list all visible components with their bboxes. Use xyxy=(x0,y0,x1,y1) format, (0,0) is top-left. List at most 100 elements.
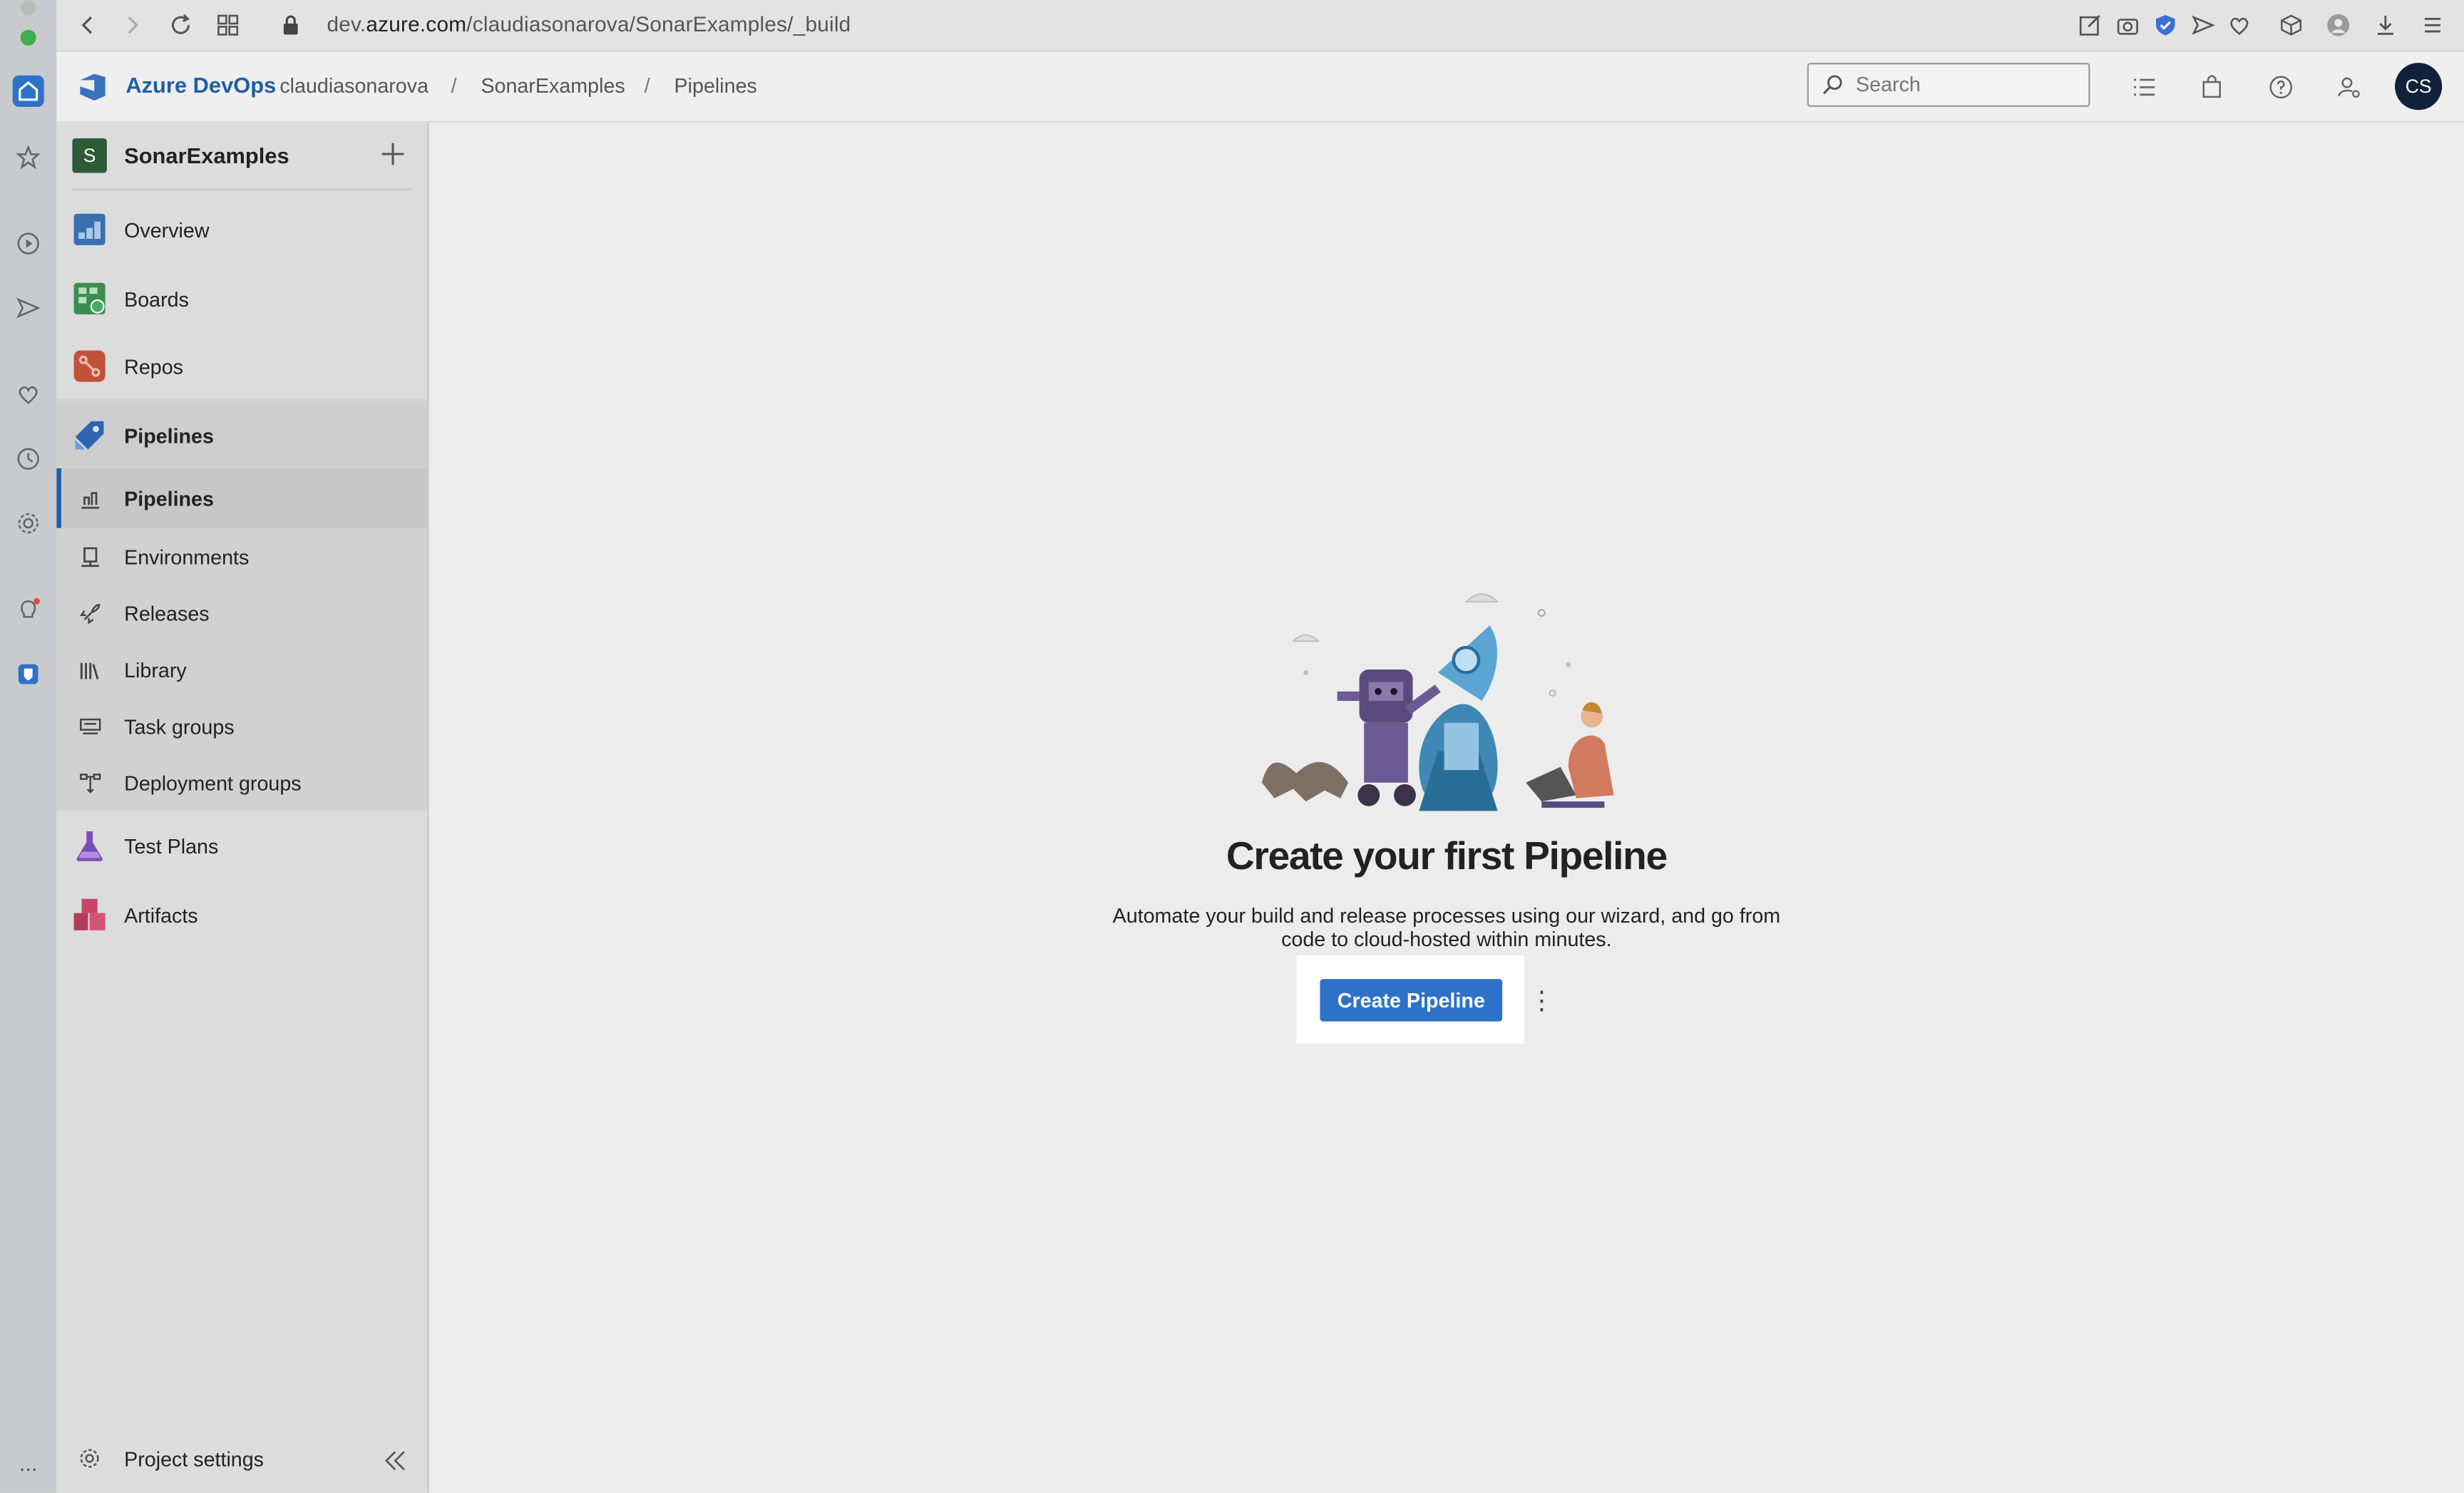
heart-icon[interactable] xyxy=(13,379,44,410)
heart-icon[interactable] xyxy=(2225,11,2254,39)
menu-icon[interactable] xyxy=(2418,11,2447,39)
sidebar-item-deployment-groups[interactable]: Deployment groups xyxy=(56,753,427,813)
lightbulb-icon[interactable] xyxy=(13,594,44,625)
sidebar-item-boards[interactable]: Boards xyxy=(56,269,427,329)
search-icon xyxy=(1822,75,1842,95)
breadcrumb-project[interactable]: SonarExamples xyxy=(481,74,625,98)
profile-icon[interactable] xyxy=(2324,11,2353,39)
breadcrumb-organization[interactable]: claudiasonarova xyxy=(279,74,428,98)
download-icon[interactable] xyxy=(2371,11,2400,39)
library-icon xyxy=(72,652,106,687)
url-domain: azure.com xyxy=(366,12,467,36)
divider xyxy=(72,188,412,190)
breadcrumb-pipelines[interactable]: Pipelines xyxy=(674,74,757,98)
more-options-icon[interactable]: ... xyxy=(13,1447,44,1479)
project-badge: S xyxy=(72,138,107,173)
user-settings-icon[interactable] xyxy=(2332,71,2363,102)
azure-devops-logo-icon[interactable] xyxy=(76,69,110,103)
vpn-shield-icon[interactable] xyxy=(13,659,44,690)
browser-sidebar: ... xyxy=(0,0,57,1493)
pipelines-list-icon xyxy=(72,481,106,515)
sidebar-item-label: Boards xyxy=(124,287,189,311)
main-content: Create your first Pipeline Automate your… xyxy=(428,122,2464,1493)
boards-icon xyxy=(72,282,106,316)
edit-icon[interactable] xyxy=(2076,11,2105,39)
url-prefix: dev. xyxy=(327,12,366,36)
shield-check-icon[interactable] xyxy=(2151,11,2180,39)
page-title: Create your first Pipeline xyxy=(1226,834,1668,879)
pipeline-illustration xyxy=(1261,578,1639,817)
send-icon[interactable] xyxy=(2189,11,2217,39)
sidebar-item-label: Deployment groups xyxy=(124,771,302,795)
sidebar-item-pipelines-list[interactable]: Pipelines xyxy=(56,468,428,528)
project-sidebar: S SonarExamples Overview Boards Repos Pi… xyxy=(56,122,429,1493)
overview-icon xyxy=(72,212,106,247)
reload-icon[interactable] xyxy=(167,11,195,39)
gear-icon xyxy=(72,1441,106,1475)
home-icon[interactable] xyxy=(12,75,44,107)
sidebar-item-label: Pipelines xyxy=(124,486,214,511)
sidebar-item-environments[interactable]: Environments xyxy=(56,526,427,586)
sidebar-item-label: Artifacts xyxy=(124,903,198,927)
avatar[interactable]: CS xyxy=(2395,63,2443,111)
address-bar[interactable]: dev.azure.com/claudiasonarova/SonarExamp… xyxy=(327,13,851,36)
search-box[interactable] xyxy=(1807,63,2090,107)
sidebar-item-test-plans[interactable]: Test Plans xyxy=(56,816,427,876)
send-icon[interactable] xyxy=(13,292,44,324)
search-input[interactable] xyxy=(1852,71,2080,98)
more-actions-button[interactable]: ⋮ xyxy=(1526,984,1557,1018)
sidebar-item-artifacts[interactable]: Artifacts xyxy=(56,885,427,945)
sidebar-item-task-groups[interactable]: Task groups xyxy=(56,696,427,756)
sidebar-item-label: Repos xyxy=(124,354,183,379)
sidebar-item-overview[interactable]: Overview xyxy=(56,200,427,260)
add-icon[interactable] xyxy=(376,137,410,171)
deployment-groups-icon xyxy=(72,765,106,799)
work-items-list-icon[interactable] xyxy=(2127,71,2159,102)
sidebar-item-label: Test Plans xyxy=(124,833,219,858)
lock-icon xyxy=(277,11,305,39)
artifacts-icon xyxy=(72,898,106,932)
url-path: /claudiasonarova/SonarExamples/_build xyxy=(466,12,851,36)
sidebar-item-label: Library xyxy=(124,657,187,682)
clock-icon[interactable] xyxy=(13,443,44,475)
sidebar-item-label: Releases xyxy=(124,601,210,625)
task-groups-icon xyxy=(72,709,106,743)
tabs-grid-icon[interactable] xyxy=(214,11,242,39)
app-header: Azure DevOps claudiasonarova / SonarExam… xyxy=(56,51,2464,123)
breadcrumb-separator: / xyxy=(451,73,457,98)
cube-icon[interactable] xyxy=(2277,11,2306,39)
play-icon[interactable] xyxy=(13,228,44,260)
brand-name[interactable]: Azure DevOps xyxy=(125,72,276,97)
test-plans-icon xyxy=(72,828,106,863)
environments-icon xyxy=(72,539,106,573)
breadcrumb-separator: / xyxy=(644,73,650,98)
back-arrow-icon[interactable] xyxy=(74,11,103,39)
gear-icon[interactable] xyxy=(13,508,44,539)
camera-icon[interactable] xyxy=(2114,11,2142,39)
sidebar-item-library[interactable]: Library xyxy=(56,640,427,699)
rocket-icon xyxy=(72,595,106,630)
help-icon[interactable] xyxy=(2264,71,2296,102)
sidebar-item-label: Environments xyxy=(124,544,250,568)
sidebar-item-releases[interactable]: Releases xyxy=(56,583,427,643)
page-description: Automate your build and release processe… xyxy=(1112,903,1781,951)
project-settings-label: Project settings xyxy=(124,1446,265,1470)
window-zoom-dot[interactable] xyxy=(20,29,36,46)
project-header[interactable]: S SonarExamples xyxy=(72,137,289,175)
marketplace-bag-icon[interactable] xyxy=(2195,71,2227,102)
window-control-dot[interactable] xyxy=(20,0,36,16)
sidebar-item-pipelines[interactable]: Pipelines xyxy=(56,405,428,466)
star-icon[interactable] xyxy=(13,141,44,173)
create-pipeline-button[interactable]: Create Pipeline xyxy=(1320,979,1503,1022)
project-name: SonarExamples xyxy=(124,143,289,168)
repos-icon xyxy=(72,349,106,383)
sidebar-item-repos[interactable]: Repos xyxy=(56,337,427,396)
sidebar-item-label: Task groups xyxy=(124,714,235,738)
project-settings-button[interactable]: Project settings xyxy=(56,1430,427,1487)
forward-arrow-icon[interactable] xyxy=(118,11,146,39)
collapse-sidebar-icon[interactable] xyxy=(377,1442,411,1477)
pipelines-icon xyxy=(72,418,106,452)
sidebar-item-label: Pipelines xyxy=(124,424,214,448)
sidebar-item-label: Overview xyxy=(124,217,210,242)
browser-toolbar: dev.azure.com/claudiasonarova/SonarExamp… xyxy=(56,0,2464,52)
